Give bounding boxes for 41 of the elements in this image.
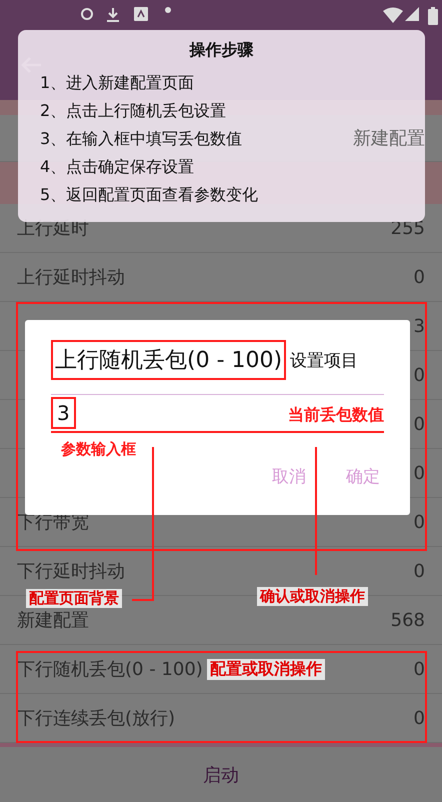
dialog-button[interactable]: 取消 (272, 465, 306, 488)
step-text: 1、进入新建配置页面 (40, 72, 194, 94)
setting-value: 0 (414, 560, 425, 582)
annotation-label: 配置或取消操作 (206, 658, 325, 680)
setting-value: 3 (414, 316, 425, 336)
annotation-tooltip: 配置页面背景 (26, 589, 122, 608)
circle-icon (80, 7, 94, 21)
setting-value: 0 (414, 364, 425, 386)
setting-label: 上行延时抖动 (17, 266, 125, 289)
dialog-title: 上行随机丢包(0 - 100) (51, 340, 286, 380)
setting-value: 568 (390, 610, 425, 630)
setting-label: 下行连续丢包(放行) (17, 707, 176, 730)
setting-label: 下行延时抖动 (17, 560, 125, 583)
dot-icon (165, 7, 171, 13)
annotation-tooltip: 确认或取消操作 (257, 587, 368, 606)
setting-value: 0 (414, 266, 425, 288)
setting-value: 0 (414, 708, 425, 728)
battery-icon (428, 7, 438, 25)
step-text: 2、点击上行随机丢包设置 (40, 100, 226, 122)
step-text: 4、点击确定保存设置 (40, 156, 194, 178)
step-text: 3、在输入框中填写丢包数值 (40, 128, 242, 150)
setting-label: 下行随机丢包(0 - 100) (17, 658, 203, 681)
wifi-icon (383, 7, 403, 23)
setting-row[interactable]: 下行随机丢包(0 - 100) 配置或取消操作 0 (0, 645, 442, 694)
annotation-label: 设置项目 (290, 350, 358, 372)
setting-value: 0 (414, 512, 425, 532)
setting-label: 上行延时 (17, 217, 89, 240)
download-icon (106, 7, 120, 23)
setting-value: 255 (390, 218, 425, 238)
setting-value: 新建配置 (353, 127, 425, 150)
annotation-label: 参数输入框 (61, 440, 136, 459)
setting-value: 0 (414, 462, 425, 484)
step-text: 5、返回配置页面查看参数变化 (40, 184, 258, 206)
annotation-label: 当前丢包数值 (288, 405, 384, 426)
steps-title: 操作步骤 (188, 40, 254, 61)
setting-label: 新建配置 (17, 609, 89, 632)
signal-icon (405, 7, 419, 21)
setting-value: 0 (414, 658, 425, 680)
setting-row[interactable]: 上行延时抖动 0 (0, 253, 442, 302)
dialog-button[interactable]: 确定 (346, 465, 380, 488)
setting-value: 0 (414, 414, 425, 434)
